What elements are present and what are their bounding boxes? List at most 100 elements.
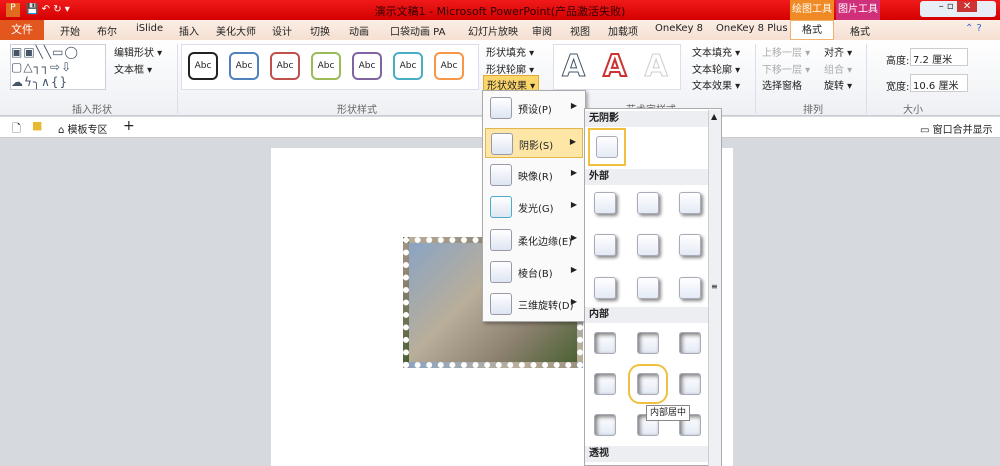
tab-file[interactable]: 文件 [0,20,44,40]
group-label-insert-shapes: 插入形状 [72,105,112,116]
textbox-button[interactable]: 文本框 ▾ [114,61,152,76]
inner-shadow-option[interactable] [628,364,668,404]
merge-windows-label: 窗口合并显示 [932,125,993,136]
tab-format-picture[interactable]: 格式 [850,23,870,38]
tab-format-drawing[interactable]: 格式 [790,20,834,40]
outer-shadow-option[interactable] [637,192,659,214]
outer-shadow-option[interactable] [594,234,616,256]
group-button[interactable]: 组合 ▾ [824,61,852,76]
menu-item-reflection[interactable]: 映像(R) ▶ [485,160,583,190]
template-zone-tab[interactable]: ⌂ 模板专区 [58,121,108,136]
selection-pane-button[interactable]: 选择窗格 [762,77,802,92]
help-icon[interactable]: ⌃ ? [965,23,982,34]
outer-shadow-option[interactable] [594,192,616,214]
text-effects-button[interactable]: 文本效果 ▾ [692,77,740,92]
shape-style-sample[interactable]: Abc [352,52,382,80]
menu-item-3d-rotation[interactable]: 三维旋转(D) ▶ [485,289,583,319]
inner-shadow-option[interactable] [637,332,659,354]
tab-onekey8plus[interactable]: OneKey 8 Plus [716,23,788,34]
tab-transitions[interactable]: 切换 [310,23,330,38]
shape-style-sample[interactable]: Abc [311,52,341,80]
group-label-arrange: 排列 [803,105,823,116]
height-label: 高度: [886,56,910,67]
menu-item-shadow[interactable]: 阴影(S) ▶ [485,128,583,158]
menu-item-preset[interactable]: 预设(P) ▶ [485,93,583,123]
width-input[interactable]: 10.6 厘米 [910,74,968,92]
shapes-gallery[interactable]: ▣▣╲╲▭◯ ▢△┐┐⇨⇩ ☁ϟ╮∧{} [10,44,106,90]
menu-label: 预设(P) [518,105,552,116]
template-zone-label: 模板专区 [67,125,108,136]
wordart-gallery[interactable]: AAA [553,44,681,90]
section-perspective: 透视 [585,446,711,462]
outer-shadow-option[interactable] [679,192,701,214]
rotate-button[interactable]: 旋转 ▾ [824,77,852,92]
shape-style-sample[interactable]: Abc [229,52,259,80]
menu-label: 阴影(S) [519,141,554,152]
tab-beautify[interactable]: 美化大师 [216,23,256,38]
shape-fill-button[interactable]: 形状填充 ▾ [486,44,534,59]
inner-shadow-option[interactable] [594,414,616,436]
outer-shadow-option[interactable] [679,234,701,256]
menu-label: 发光(G) [518,204,554,215]
shape-style-sample[interactable]: Abc [434,52,464,80]
inner-shadow-option[interactable] [679,332,701,354]
soft-edges-icon [490,229,512,251]
section-inner: 内部 [585,307,711,323]
shape-style-sample[interactable]: Abc [188,52,218,80]
tab-animations[interactable]: 动画 [349,23,369,38]
inner-shadow-option[interactable] [679,373,701,395]
bevel-icon [490,261,512,283]
shadow-icon [491,133,513,155]
title-bar: P 💾 ↶ ↻ ▾ 演示文稿1 - Microsoft PowerPoint(产… [0,0,1000,20]
tab-boolean[interactable]: 布尔 [97,23,117,38]
section-no-shadow: 无阴影 [585,111,711,127]
inner-shadow-option[interactable] [594,332,616,354]
edit-shape-button[interactable]: 编辑形状 ▾ [114,44,162,59]
section-outer: 外部 [585,169,711,185]
outer-shadow-option[interactable] [679,277,701,299]
width-label: 宽度: [886,82,910,93]
menu-item-glow[interactable]: 发光(G) ▶ [485,192,583,222]
bring-forward-button[interactable]: 上移一层 ▾ [762,44,810,59]
drawing-tools-label: 绘图工具 [790,0,834,20]
tab-insert[interactable]: 插入 [179,23,199,38]
send-backward-button[interactable]: 下移一层 ▾ [762,61,810,76]
group-label-shape-styles: 形状样式 [337,105,377,116]
gallery-scrollbar[interactable]: ▲ ≡ [708,110,721,466]
tab-islide[interactable]: iSlide [136,23,163,34]
menu-label: 柔化边缘(E) [518,237,573,248]
inner-shadow-option[interactable] [594,373,616,395]
tab-onekey8[interactable]: OneKey 8 [655,23,703,34]
preset-icon [490,97,512,119]
new-file-icon[interactable]: 🗋 [12,120,21,139]
tab-view[interactable]: 视图 [570,23,590,38]
tab-design[interactable]: 设计 [272,23,292,38]
text-fill-button[interactable]: 文本填充 ▾ [692,44,740,59]
outer-shadow-option[interactable] [637,234,659,256]
tab-pocket-animation[interactable]: 口袋动画 PA [390,23,445,38]
reflection-icon [490,164,512,186]
shape-effects-menu: 预设(P) ▶ 阴影(S) ▶ 映像(R) ▶ 发光(G) ▶ 柔化边缘(E) ▶ 棱台(… [482,90,586,322]
menu-label: 映像(R) [518,172,553,183]
folder-icon[interactable]: ■ [32,119,42,132]
menu-item-soft-edges[interactable]: 柔化边缘(E) ▶ [485,225,583,255]
shape-style-sample[interactable]: Abc [270,52,300,80]
no-shadow-option[interactable] [588,128,626,166]
text-outline-button[interactable]: 文本轮廓 ▾ [692,61,740,76]
outer-shadow-option[interactable] [594,277,616,299]
tab-addins[interactable]: 加载项 [608,23,638,38]
tab-home[interactable]: 开始 [60,23,80,38]
menu-item-bevel[interactable]: 棱台(B) ▶ [485,257,583,287]
tab-slideshow[interactable]: 幻灯片放映 [468,23,518,38]
merge-windows-button[interactable]: ▭ 窗口合并显示 [920,121,993,136]
tab-review[interactable]: 审阅 [532,23,552,38]
picture-tools-label: 图片工具 [836,0,880,20]
height-input[interactable]: 7.2 厘米 [910,48,968,66]
3d-rotation-icon [490,293,512,315]
shape-style-sample[interactable]: Abc [393,52,423,80]
outer-shadow-option[interactable] [637,277,659,299]
align-button[interactable]: 对齐 ▾ [824,44,852,59]
add-tab-button[interactable]: + [123,118,135,134]
window-controls[interactable]: – ▫ ✕ [920,1,996,17]
shape-outline-button[interactable]: 形状轮廓 ▾ [486,61,534,76]
